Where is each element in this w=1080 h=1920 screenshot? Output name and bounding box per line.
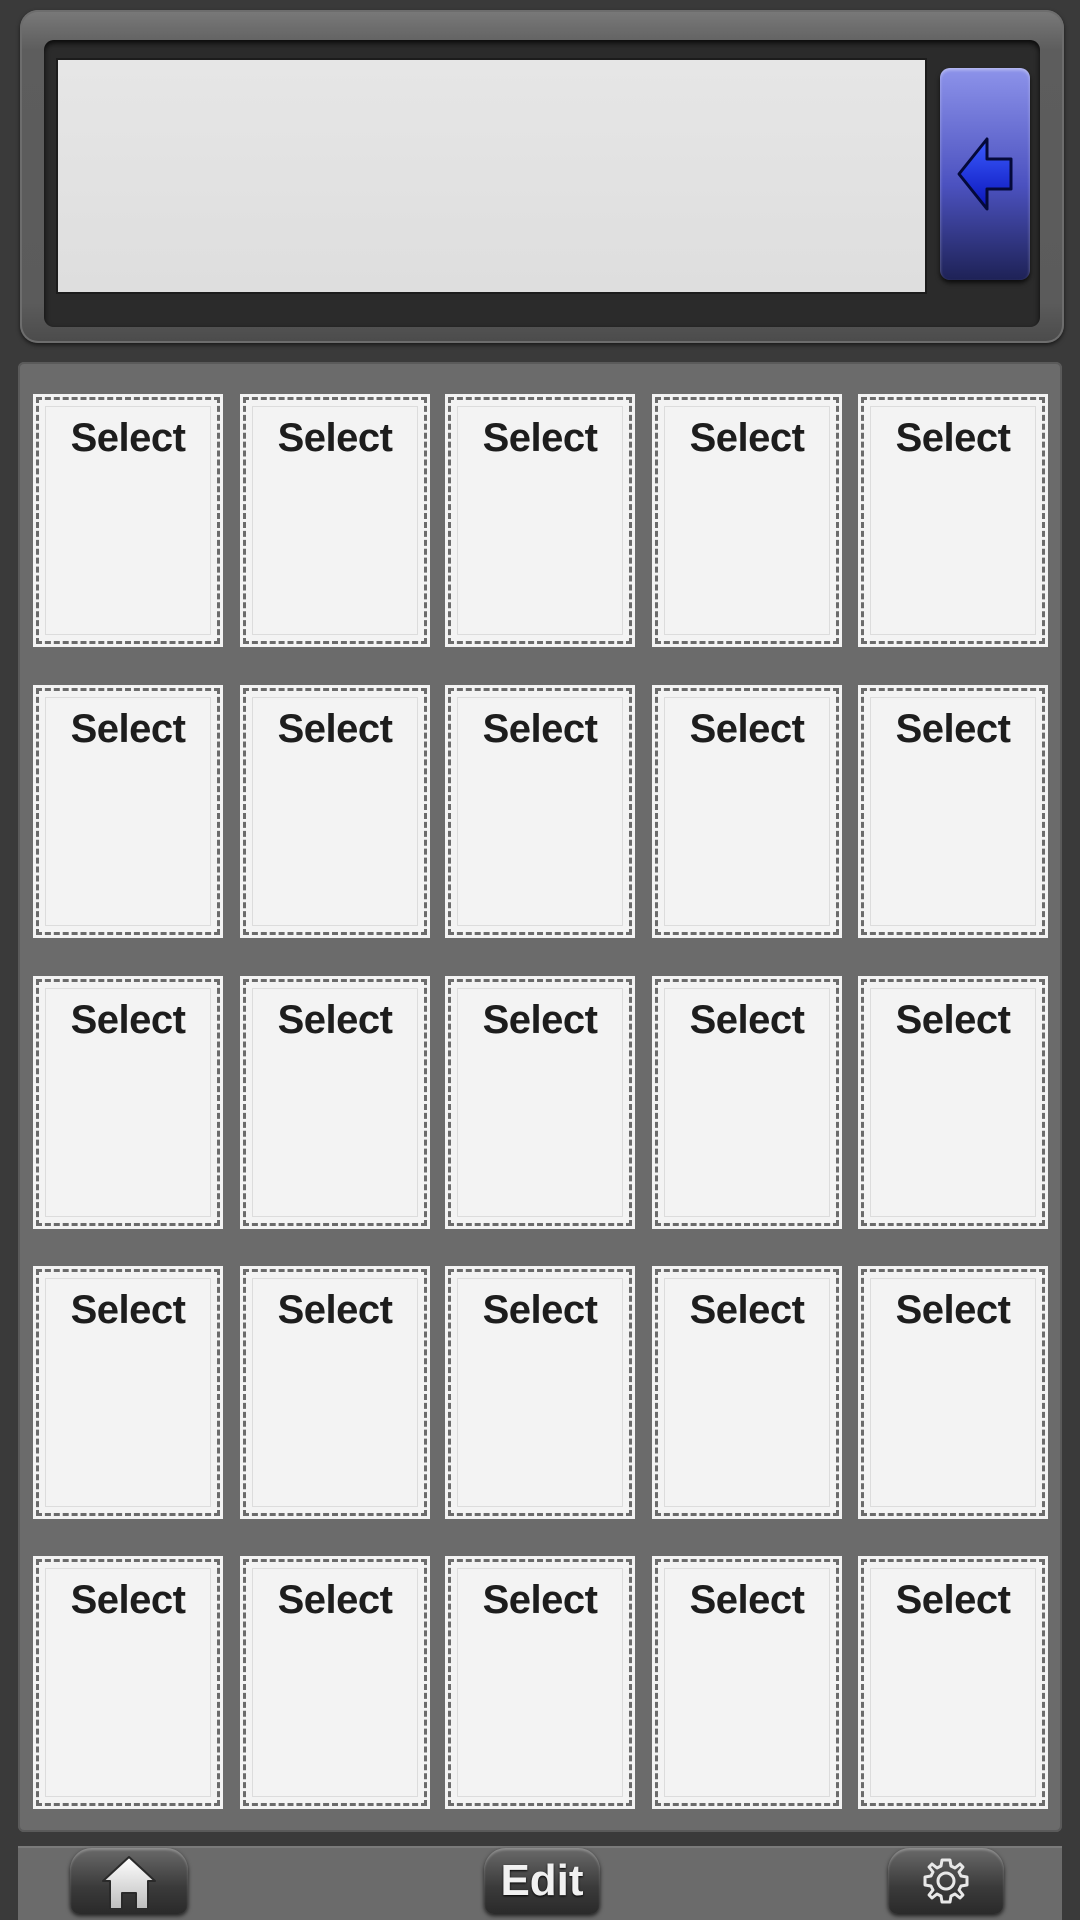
grid-cell-r2-c3[interactable]: Select xyxy=(448,688,632,935)
cell-label: Select xyxy=(70,998,186,1042)
grid-cell-r2-c2[interactable]: Select xyxy=(243,688,427,935)
cell-label: Select xyxy=(895,998,1011,1042)
grid-cell-r3-c3[interactable]: Select xyxy=(448,979,632,1226)
grid-cell-r5-c5[interactable]: Select xyxy=(861,1559,1045,1806)
cell-label: Select xyxy=(277,707,393,751)
cell-label: Select xyxy=(70,1288,186,1332)
cell-label: Select xyxy=(895,1578,1011,1622)
grid-cell-r2-c4[interactable]: Select xyxy=(655,688,839,935)
grid-cell-r1-c2[interactable]: Select xyxy=(243,397,427,644)
edit-button[interactable]: Edit xyxy=(484,1848,600,1914)
cell-label: Select xyxy=(70,416,186,460)
cell-label: Select xyxy=(689,416,805,460)
grid-cell-r4-c1[interactable]: Select xyxy=(36,1269,220,1516)
grid-cell-r3-c4[interactable]: Select xyxy=(655,979,839,1226)
grid-cell-r5-c3[interactable]: Select xyxy=(448,1559,632,1806)
grid-cell-r1-c5[interactable]: Select xyxy=(861,397,1045,644)
grid-cell-r5-c4[interactable]: Select xyxy=(655,1559,839,1806)
backspace-arrow-icon xyxy=(957,137,1013,211)
cell-label: Select xyxy=(895,416,1011,460)
edit-button-label: Edit xyxy=(500,1856,584,1905)
bottom-toolbar: Edit xyxy=(18,1846,1062,1920)
grid-cell-r2-c1[interactable]: Select xyxy=(36,688,220,935)
cell-label: Select xyxy=(70,707,186,751)
grid-cell-r3-c1[interactable]: Select xyxy=(36,979,220,1226)
cell-label: Select xyxy=(482,707,598,751)
cell-label: Select xyxy=(895,707,1011,751)
cell-label: Select xyxy=(482,416,598,460)
display-bezel xyxy=(44,40,1040,327)
grid-cell-r4-c5[interactable]: Select xyxy=(861,1269,1045,1516)
cell-label: Select xyxy=(277,998,393,1042)
grid-cell-r3-c5[interactable]: Select xyxy=(861,979,1045,1226)
backspace-button[interactable] xyxy=(940,68,1030,280)
cell-label: Select xyxy=(482,1578,598,1622)
settings-button[interactable] xyxy=(888,1848,1004,1914)
cell-label: Select xyxy=(482,998,598,1042)
cell-label: Select xyxy=(277,1578,393,1622)
grid-cell-r5-c2[interactable]: Select xyxy=(243,1559,427,1806)
gear-icon xyxy=(923,1858,969,1904)
cell-label: Select xyxy=(277,416,393,460)
cell-label: Select xyxy=(689,998,805,1042)
cell-label: Select xyxy=(689,1288,805,1332)
grid-cell-r4-c2[interactable]: Select xyxy=(243,1269,427,1516)
cell-label: Select xyxy=(895,1288,1011,1332)
selection-grid: Select Select Select Select Select Selec… xyxy=(18,362,1062,1832)
grid-cell-r4-c4[interactable]: Select xyxy=(655,1269,839,1516)
cell-label: Select xyxy=(70,1578,186,1622)
display-panel xyxy=(20,10,1064,343)
app-root: Select Select Select Select Select Selec… xyxy=(0,0,1080,1920)
display-field[interactable] xyxy=(56,58,927,294)
grid-cell-r1-c4[interactable]: Select xyxy=(655,397,839,644)
cell-label: Select xyxy=(277,1288,393,1332)
home-button[interactable] xyxy=(70,1848,188,1914)
cell-label: Select xyxy=(689,707,805,751)
grid-cell-r2-c5[interactable]: Select xyxy=(861,688,1045,935)
home-icon xyxy=(102,1856,156,1909)
grid-cell-r5-c1[interactable]: Select xyxy=(36,1559,220,1806)
cell-label: Select xyxy=(689,1578,805,1622)
grid-cell-r4-c3[interactable]: Select xyxy=(448,1269,632,1516)
grid-cell-r1-c3[interactable]: Select xyxy=(448,397,632,644)
cell-label: Select xyxy=(482,1288,598,1332)
grid-cell-r1-c1[interactable]: Select xyxy=(36,397,220,644)
grid-cell-r3-c2[interactable]: Select xyxy=(243,979,427,1226)
